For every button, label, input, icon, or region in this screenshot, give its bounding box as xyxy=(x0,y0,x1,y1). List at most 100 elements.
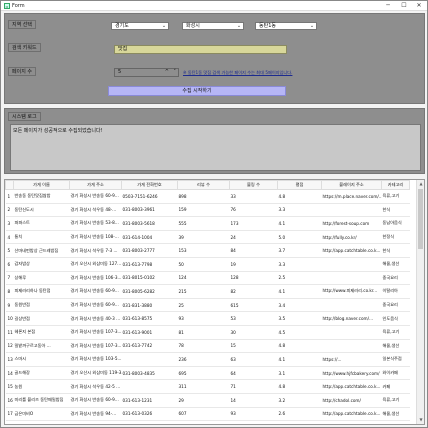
district-select[interactable]: 동탄1동 ⌄ xyxy=(255,22,317,30)
table-row[interactable]: 11 헤론지 본점 경기 화성시 반송동 107-3... 031-613-9001 8… xyxy=(5,325,410,340)
table-cell: 경기 화성시 반송동 103-5... xyxy=(69,352,122,367)
table-cell: 해물,생선 xyxy=(381,339,410,354)
table-cell xyxy=(321,298,382,313)
pages-spinbox[interactable]: 5 ^ ˅ xyxy=(114,68,179,77)
table-cell: 한식 xyxy=(381,203,410,218)
column-header[interactable]: 가게 전화번호 xyxy=(121,180,178,190)
column-header[interactable]: 카테고리 xyxy=(381,180,410,190)
column-header[interactable]: 블레이지 주소 xyxy=(321,180,382,190)
table-cell: http://chadol.com/ xyxy=(321,393,382,408)
table-cell: 2.6 xyxy=(277,407,322,422)
table-row[interactable]: 17 금은미비O 경기 화성시 반송동 94-... 031-613-0326 607 9… xyxy=(5,407,410,422)
table-cell: 파파스트 xyxy=(13,216,70,231)
table-cell: http://forest-soup.com xyxy=(321,216,382,231)
table-cell: 경기 화성시 반송동 60-9... xyxy=(69,298,122,313)
scroll-up-icon[interactable]: ▲ xyxy=(417,180,424,188)
table-row[interactable]: 9 동원반점 경기 화성시 반송동 60-9... 031-831-3880 25 615… xyxy=(5,298,410,313)
table-cell: 경기 화성시 반송동 60-9... xyxy=(69,393,122,408)
table-cell: 93 xyxy=(177,311,230,326)
table-cell: 3.4 xyxy=(277,298,322,313)
row-number: 9 xyxy=(5,298,14,313)
table-cell: 84 xyxy=(229,243,278,258)
table-cell: 3.5 xyxy=(277,311,322,326)
table-cell: 2.5 xyxy=(277,271,322,286)
row-number: 2 xyxy=(5,203,14,218)
table-cell: 81 xyxy=(177,325,230,340)
table-cell: 와이카페 xyxy=(381,366,410,381)
maximize-button[interactable]: ☐ xyxy=(397,1,411,10)
keyword-label: 검색 키워드 xyxy=(8,43,41,52)
table-cell: 3.3 xyxy=(277,203,322,218)
scroll-down-icon[interactable]: ▼ xyxy=(417,416,424,424)
column-header[interactable]: 가게 주소 xyxy=(69,180,122,190)
close-button[interactable]: ✕ xyxy=(412,1,426,10)
table-row[interactable]: 7 상해루 경기 화성시 반송동 106-3... 031-8015-0102 124 1… xyxy=(5,271,410,286)
table-cell: http://blog.naver.com/... xyxy=(321,311,382,326)
table-cell: 031-8005-6282 xyxy=(121,284,178,299)
row-number: 3 xyxy=(5,216,14,231)
table-row[interactable]: 5 산마네펀밥상 근드레밥집 경기 화성시 석우동 7-3 ... 031-8003-… xyxy=(5,243,410,258)
table-row[interactable]: 6 감자밥상 경기 오산시 외삼미동 127... 031-613-7798 50 19 3… xyxy=(5,257,410,272)
scrollbar-thumb[interactable] xyxy=(418,189,423,249)
table-row[interactable]: 4 통치 경기 화성시 반송동 108-... 031-614-1004 39 24 5.0… xyxy=(5,230,410,245)
table-cell: 173 xyxy=(229,216,278,231)
table-cell: 금은미비O xyxy=(13,407,70,422)
table-cell: 4.8 xyxy=(277,379,322,394)
table-row[interactable]: 15 농원 경기 화성시 석우동 42-5 ... 311 71 4.8 http://ap… xyxy=(5,379,410,394)
vertical-scrollbar[interactable]: ▲ ▼ xyxy=(416,180,424,424)
table-cell: 3.1 xyxy=(277,366,322,381)
table-cell: http://app.catchtable.co.k... xyxy=(321,407,382,422)
table-row[interactable]: 16 미리를 블리즈 동탄때밀밥집 경기 화성시 반송동 60-9... 031-61… xyxy=(5,393,410,408)
spin-up-icon[interactable]: ^ xyxy=(165,69,169,76)
table-cell: 한정식 xyxy=(381,230,410,245)
form-icon: ▫ xyxy=(4,3,10,9)
table-row[interactable]: 14 골드해장 경기 오산시 외삼미동 119-3... 031-8003-4835 6… xyxy=(5,366,410,381)
table-cell: 경기 화성시 반송동 60-9... xyxy=(69,284,122,299)
title-bar[interactable]: ▫ Form ─ ☐ ✕ xyxy=(1,1,427,11)
table-cell: 39 xyxy=(177,230,230,245)
chevron-down-icon: ⌄ xyxy=(309,23,315,29)
search-settings-panel: 지역 선택 경기도 ⌄ 화성시 ⌄ 동탄1동 ⌄ 검색 키워드 맛집 페이지 수… xyxy=(4,13,425,104)
table-row[interactable]: 2 동탄신도시 경기 화성시 석우동 48-... 031-8003-3961 159 7… xyxy=(5,203,410,218)
pages-label: 페이지 수 xyxy=(8,67,36,76)
table-cell: 골드해장 xyxy=(13,366,70,381)
table-cell: 경기 화성시 반송동 53-8... xyxy=(69,216,122,231)
window-title: Form xyxy=(12,2,25,9)
table-row[interactable]: 12 밀밭까구르고동아 ... 경기 화성시 반송동 107-3... 031-613… xyxy=(5,339,410,354)
collect-start-button[interactable]: 수집 시작하기 xyxy=(108,86,286,96)
table-cell: 71 xyxy=(229,379,278,394)
column-header[interactable]: 리뷰 수 xyxy=(177,180,230,190)
table-cell: 76 xyxy=(229,203,278,218)
table-cell: 153 xyxy=(177,243,230,258)
table-cell: 4.1 xyxy=(277,216,322,231)
district-value: 동탄1동 xyxy=(259,23,276,29)
row-number: 10 xyxy=(5,311,14,326)
table-cell: 82 xyxy=(229,284,278,299)
table-cell: 이탈리아 xyxy=(381,284,410,299)
table-cell: 311 xyxy=(177,379,230,394)
province-select[interactable]: 경기도 ⌄ xyxy=(111,22,169,30)
keyword-input[interactable]: 맛집 xyxy=(114,45,287,54)
table-row[interactable]: 8 피제러리하나 동탄점 경기 화성시 반송동 60-9... 031-8005-62… xyxy=(5,284,410,299)
column-header[interactable]: 블링 수 xyxy=(229,180,278,190)
column-header[interactable]: 평점 xyxy=(277,180,322,190)
pages-hint: ※ 동탄1동 맛집 검색 가능한 페이지 수는 최대 5페이지입니다. xyxy=(183,70,293,75)
table-cell: 031-8003-4835 xyxy=(121,366,178,381)
log-textarea[interactable]: 모든 페이지가 성공적으로 수집되었습니다! xyxy=(10,124,421,171)
chevron-down-icon: ⌄ xyxy=(236,23,242,29)
table-row[interactable]: 3 파파스트 경기 화성시 반송동 53-8... 031-8003-5618 555 1… xyxy=(5,216,410,231)
table-cell: 124 xyxy=(177,271,230,286)
table-cell: 육류,고기 xyxy=(381,393,410,408)
table-cell: 29 xyxy=(177,393,230,408)
table-cell: 031-614-1004 xyxy=(121,230,178,245)
minimize-button[interactable]: ─ xyxy=(381,1,395,10)
city-select[interactable]: 화성시 ⌄ xyxy=(182,22,244,30)
table-row[interactable]: 10 길상반점 경기 화성시 반송동 40-3 ... 031-613-8575 93 5… xyxy=(5,311,410,326)
table-row[interactable]: 1 반송동 동탄맛집쌈밥 경기 화성시 반송동 60-9... 0503-7151-6… xyxy=(5,189,410,204)
table-row[interactable]: 13 스마시 경기 화성시 반송동 103-5... 236 63 4.1 https://… xyxy=(5,352,410,367)
column-header[interactable]: 가게 이름 xyxy=(13,180,70,190)
spin-down-icon[interactable]: ˅ xyxy=(174,69,177,76)
table-cell: 031-831-3880 xyxy=(121,298,178,313)
table-cell: 3.7 xyxy=(277,243,322,258)
table-cell: 한식 xyxy=(381,243,410,258)
